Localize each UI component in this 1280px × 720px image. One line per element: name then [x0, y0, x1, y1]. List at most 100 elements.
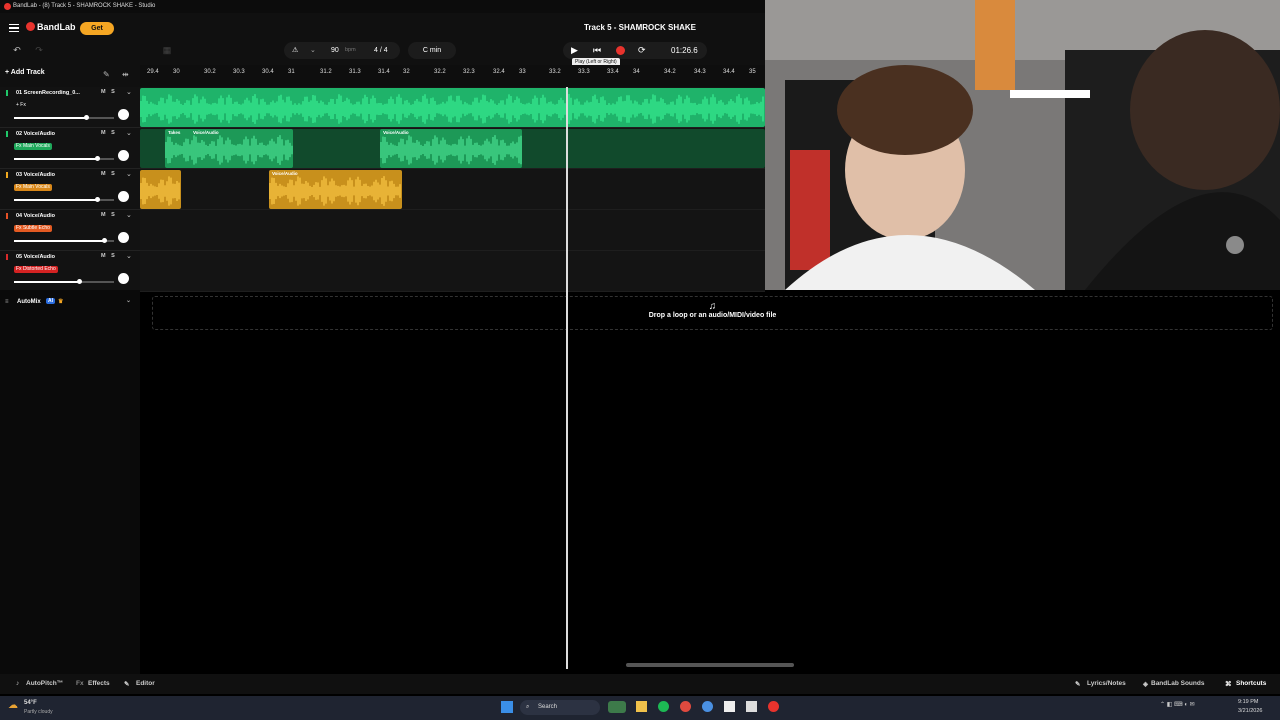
key-selector[interactable]: C min — [408, 42, 456, 59]
track-name[interactable]: 05 Voice/Audio — [16, 254, 55, 260]
undo-icon[interactable]: ↶ — [8, 43, 26, 57]
track-lane[interactable] — [140, 251, 765, 292]
track-name[interactable]: 03 Voice/Audio — [16, 172, 55, 178]
chevron-down-icon[interactable]: ⌄ — [126, 211, 132, 219]
fx-preset-badge[interactable]: Fx Main Vocals — [14, 184, 52, 191]
solo-button[interactable]: S — [111, 130, 115, 136]
redo-icon[interactable]: ↷ — [30, 43, 48, 57]
editor-button[interactable]: Editor — [136, 680, 155, 687]
solo-button[interactable]: S — [111, 171, 115, 177]
pan-knob[interactable] — [118, 109, 129, 120]
mute-button[interactable]: M — [101, 171, 106, 177]
drop-zone[interactable]: ♫ Drop a loop or an audio/MIDI/video fil… — [152, 296, 1273, 330]
solo-button[interactable]: S — [111, 89, 115, 95]
get-button[interactable]: Get — [80, 22, 114, 35]
track-lane[interactable]: Takes Voice/Audio Voice/Audio — [140, 128, 765, 169]
pan-knob[interactable] — [118, 150, 129, 161]
track-header[interactable]: 04 Voice/Audio M S ⌄ Fx Subtle Echo — [0, 210, 140, 251]
autopitch-button[interactable]: AutoPitch™ — [26, 680, 63, 687]
track-name[interactable]: 01 ScreenRecording_0... — [16, 90, 80, 96]
spotify-icon[interactable] — [658, 701, 669, 712]
system-tray-icons[interactable]: ⌃ ◧ ⌨ ◐ ✉ — [1160, 701, 1195, 708]
chevron-down-icon[interactable]: ⌄ — [126, 170, 132, 178]
pan-knob[interactable] — [118, 232, 129, 243]
capcut-icon[interactable] — [724, 701, 735, 712]
track-lane[interactable] — [140, 87, 765, 128]
chevron-down-icon[interactable]: ⌄ — [310, 42, 316, 59]
volume-knob[interactable] — [102, 238, 107, 243]
shortcuts-button[interactable]: Shortcuts — [1236, 680, 1266, 687]
track-name[interactable]: 04 Voice/Audio — [16, 213, 55, 219]
skip-back-icon[interactable]: ⏮ — [593, 42, 601, 59]
audio-clip[interactable] — [140, 88, 765, 127]
menu-icon[interactable] — [9, 24, 19, 32]
horizontal-scrollbar[interactable] — [626, 663, 794, 667]
fx-preset-badge[interactable]: Fx Main Vocals — [14, 143, 52, 150]
audio-clip[interactable] — [140, 170, 181, 209]
bandlab-taskbar-icon[interactable] — [768, 701, 779, 712]
volume-knob[interactable] — [77, 279, 82, 284]
solo-button[interactable]: S — [111, 212, 115, 218]
fx-preset-badge[interactable]: Fx Subtle Echo — [14, 225, 52, 232]
weather-icon[interactable]: ☁ — [8, 700, 18, 711]
volume-knob[interactable] — [95, 197, 100, 202]
track-name[interactable]: 02 Voice/Audio — [16, 131, 55, 137]
fx-preset-badge[interactable]: + Fx — [14, 102, 28, 109]
pencil-icon[interactable]: ✎ — [103, 70, 110, 79]
track-lane[interactable]: Voice/Audio — [140, 169, 765, 210]
mute-button[interactable]: M — [101, 212, 106, 218]
fx-preset-badge[interactable]: Fx Distorted Echo — [14, 266, 58, 273]
volume-slider[interactable] — [14, 279, 114, 284]
chevron-down-icon[interactable]: ⌄ — [126, 297, 131, 304]
file-explorer-icon[interactable] — [636, 701, 647, 712]
volume-slider[interactable] — [14, 156, 114, 161]
taskbar-search[interactable]: ⌕ Search — [520, 700, 600, 715]
clock-date[interactable]: 3/21/2026 — [1238, 708, 1262, 714]
audio-clip[interactable]: Voice/Audio — [269, 170, 402, 209]
mute-button[interactable]: M — [101, 253, 106, 259]
bpm-value[interactable]: 90 — [331, 42, 339, 59]
automix-row[interactable]: ≡ AutoMix AI ♛ ⌄ — [0, 296, 140, 310]
grid-icon[interactable]: ▦ — [158, 43, 176, 57]
metronome-icon[interactable]: ⚠ — [292, 42, 298, 59]
track-lane[interactable] — [140, 210, 765, 251]
app2-icon[interactable] — [746, 701, 757, 712]
bandlab-sounds-button[interactable]: BandLab Sounds — [1151, 680, 1204, 687]
audio-clip[interactable]: Voice/Audio — [380, 129, 522, 168]
snap-icon[interactable]: ⇹ — [122, 70, 129, 79]
track-header[interactable]: 05 Voice/Audio M S ⌄ Fx Distorted Echo — [0, 251, 140, 292]
time-signature[interactable]: 4 / 4 — [374, 42, 388, 59]
solo-button[interactable]: S — [111, 253, 115, 259]
app-icon[interactable] — [680, 701, 691, 712]
track-header[interactable]: 03 Voice/Audio M S ⌄ Fx Main Vocals — [0, 169, 140, 210]
clock-time[interactable]: 9:19 PM — [1238, 699, 1258, 705]
track-header[interactable]: 01 ScreenRecording_0... M S ⌄ + Fx — [0, 87, 140, 128]
bandlab-logo[interactable]: BandLab — [26, 22, 76, 32]
playhead[interactable] — [566, 87, 568, 669]
volume-knob[interactable] — [84, 115, 89, 120]
record-icon[interactable] — [616, 46, 625, 55]
volume-slider[interactable] — [14, 197, 114, 202]
chevron-down-icon[interactable]: ⌄ — [126, 252, 132, 260]
play-icon[interactable]: ▶ — [571, 42, 578, 59]
lyrics-notes-button[interactable]: Lyrics/Notes — [1087, 680, 1126, 687]
track-header[interactable]: 02 Voice/Audio M S ⌄ Fx Main Vocals — [0, 128, 140, 169]
chrome-icon[interactable] — [702, 701, 713, 712]
chevron-down-icon[interactable]: ⌄ — [126, 129, 132, 137]
volume-slider[interactable] — [14, 115, 114, 120]
weather-desc[interactable]: Partly cloudy — [24, 709, 53, 715]
add-track-button[interactable]: + Add Track — [5, 69, 45, 76]
effects-button[interactable]: Effects — [88, 680, 110, 687]
mute-button[interactable]: M — [101, 130, 106, 136]
tempo-control[interactable]: ⚠ ⌄ 90 bpm 4 / 4 — [284, 42, 400, 59]
windows-start-icon[interactable] — [501, 701, 513, 713]
volume-knob[interactable] — [95, 156, 100, 161]
weather-temp[interactable]: 54°F — [24, 700, 37, 706]
chevron-down-icon[interactable]: ⌄ — [126, 88, 132, 96]
audio-clip[interactable]: Takes Voice/Audio — [165, 129, 293, 168]
loop-icon[interactable]: ⟳ — [638, 42, 646, 59]
taskbar-widget-icon[interactable] — [608, 701, 626, 713]
mute-button[interactable]: M — [101, 89, 106, 95]
timeline-ruler[interactable]: 29.4 30 30.2 30.3 30.4 31 31.2 31.3 31.4 32 32.2 32… — [140, 65, 765, 87]
pan-knob[interactable] — [118, 273, 129, 284]
